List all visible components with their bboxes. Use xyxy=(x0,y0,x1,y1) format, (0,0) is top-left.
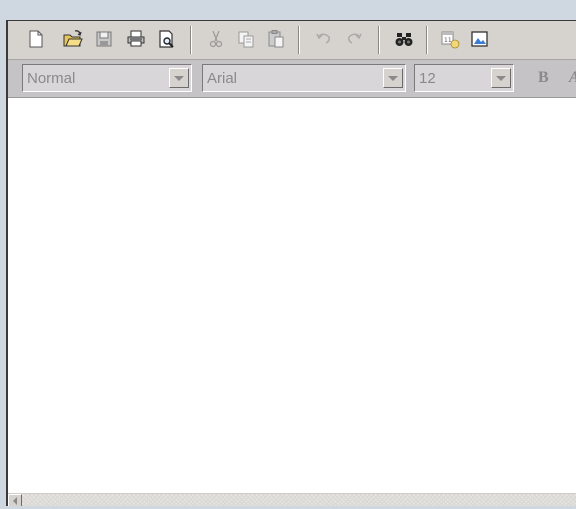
svg-text:11: 11 xyxy=(444,37,452,44)
copy-button[interactable] xyxy=(234,27,258,51)
save-icon xyxy=(96,31,112,47)
chevron-down-icon[interactable] xyxy=(169,68,189,88)
open-button[interactable] xyxy=(61,27,85,51)
insert-picture-button[interactable] xyxy=(468,27,492,51)
cut-button[interactable] xyxy=(204,27,228,51)
editor-window: 11 Normal Arial 12 B A xyxy=(6,20,576,506)
toolbar-separator xyxy=(298,26,300,54)
scroll-left-button[interactable] xyxy=(8,494,22,506)
toolbar-separator xyxy=(426,26,428,54)
insert-date-icon: 11 xyxy=(441,31,460,49)
italic-button[interactable]: A xyxy=(569,69,576,87)
undo-icon xyxy=(316,33,330,44)
new-document-button[interactable] xyxy=(24,27,48,51)
paragraph-style-value: Normal xyxy=(27,70,76,87)
insert-date-button[interactable]: 11 xyxy=(438,27,462,51)
print-preview-icon xyxy=(159,30,174,48)
save-button[interactable] xyxy=(92,27,116,51)
bold-button[interactable]: B xyxy=(538,69,549,87)
formatting-toolbar: Normal Arial 12 B A xyxy=(8,60,576,98)
toolbar-separator xyxy=(378,26,380,54)
font-size-value: 12 xyxy=(419,70,436,87)
new-document-icon xyxy=(29,30,43,48)
print-preview-button[interactable] xyxy=(155,27,179,51)
toolbar-separator xyxy=(190,26,192,54)
chevron-down-icon[interactable] xyxy=(491,68,511,88)
cut-icon xyxy=(209,30,223,48)
open-folder-icon xyxy=(63,30,83,47)
insert-picture-icon xyxy=(471,31,488,47)
paste-icon xyxy=(268,30,284,48)
font-family-select[interactable]: Arial xyxy=(202,64,406,92)
chevron-down-icon[interactable] xyxy=(383,68,403,88)
standard-toolbar: 11 xyxy=(8,21,576,60)
editor-content-area[interactable] xyxy=(8,98,576,493)
find-button[interactable] xyxy=(392,27,416,51)
horizontal-scrollbar[interactable] xyxy=(8,493,576,506)
undo-button[interactable] xyxy=(312,27,336,51)
font-family-value: Arial xyxy=(207,70,238,87)
print-button[interactable] xyxy=(124,27,148,51)
redo-button[interactable] xyxy=(342,27,366,51)
redo-icon xyxy=(348,33,362,44)
font-size-select[interactable]: 12 xyxy=(414,64,514,92)
paste-button[interactable] xyxy=(264,27,288,51)
print-icon xyxy=(127,30,145,47)
paragraph-style-select[interactable]: Normal xyxy=(22,64,192,92)
find-icon xyxy=(395,33,413,46)
copy-icon xyxy=(238,31,254,48)
arrow-left-icon xyxy=(13,497,17,505)
